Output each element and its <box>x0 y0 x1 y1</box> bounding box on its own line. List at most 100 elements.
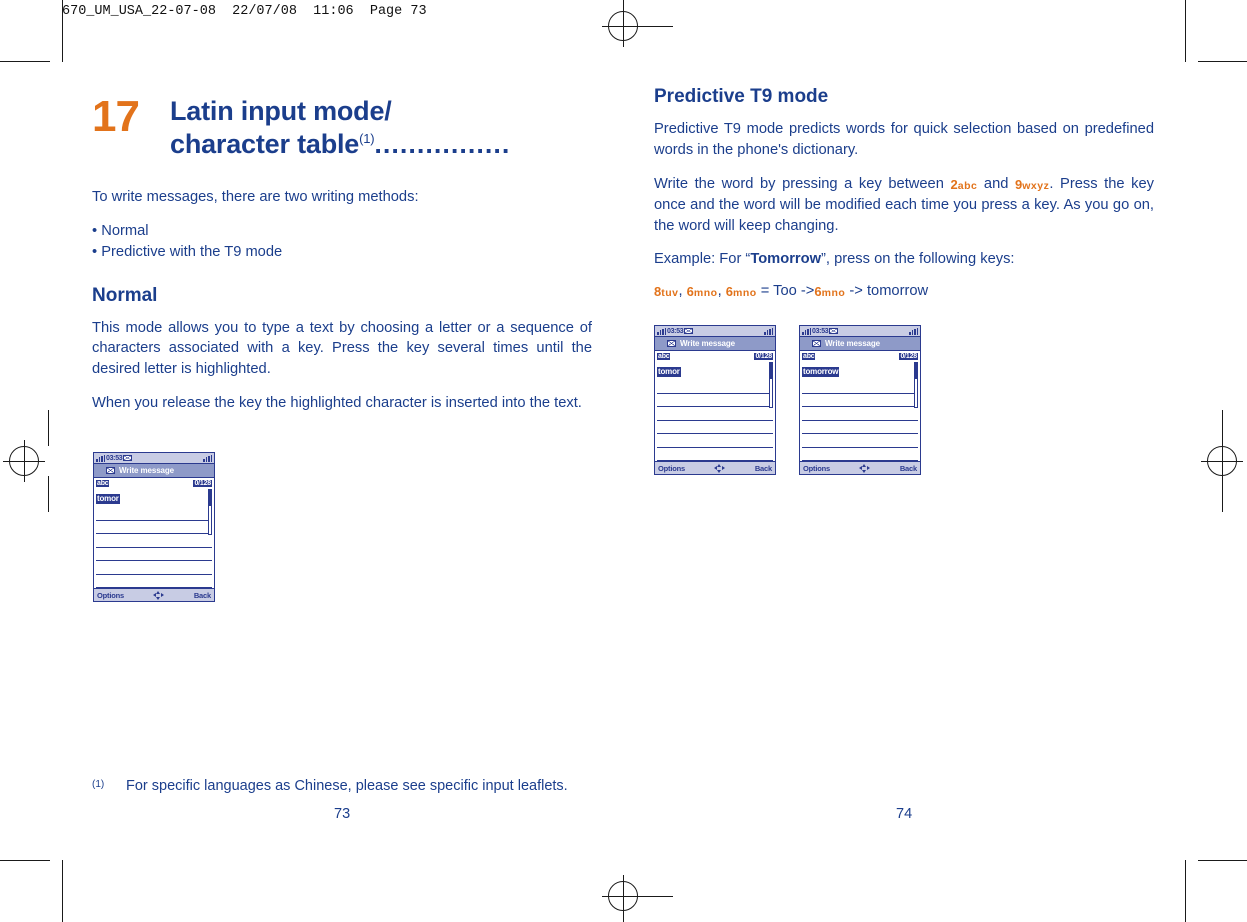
text-lines <box>96 507 212 588</box>
t9-paragraph-2-mid: and <box>983 175 1009 192</box>
softkey-left-label[interactable]: Options <box>803 464 830 473</box>
softkey-left-label[interactable]: Options <box>658 464 685 473</box>
softkey-right-label[interactable]: Back <box>755 464 772 473</box>
phone-text-area[interactable]: tomor <box>655 361 775 461</box>
envelope-icon <box>123 454 133 462</box>
key-6-mno-icon: 6mno <box>814 284 845 299</box>
chapter-number: 17 <box>92 92 140 141</box>
typed-word: tomorrow <box>802 367 840 377</box>
phone-status-bar: 03:53 <box>94 453 214 464</box>
envelope-icon <box>106 467 115 474</box>
navigation-pad-icon <box>153 590 165 600</box>
normal-paragraph-1: This mode allows you to type a text by c… <box>92 319 592 378</box>
example-word: Tomorrow <box>750 251 822 268</box>
envelope-icon <box>829 327 839 335</box>
registration-mark-left <box>3 440 45 482</box>
typed-word: tomor <box>657 367 681 377</box>
crop-mark-bottom-left-horizontal <box>0 860 50 861</box>
key-letters: mno <box>821 287 846 300</box>
fold-line-left <box>48 410 49 446</box>
key-6-mno-icon: 6mno <box>726 284 757 299</box>
key-number: 6 <box>814 284 822 300</box>
sequence-result-tomorrow: -> tomorrow <box>849 283 929 300</box>
list-item: • Predictive with the T9 mode <box>92 243 283 260</box>
key-letters: wxyz <box>1022 179 1050 192</box>
clock-label: 03:53 <box>812 327 829 335</box>
battery-bars-icon <box>909 327 918 335</box>
right-column: Predictive T9 mode Predictive T9 mode pr… <box>654 86 1154 312</box>
crop-mark-top-right-vertical <box>1185 0 1186 62</box>
signal-bars-icon <box>802 327 811 335</box>
chapter-title-line2: character table <box>170 128 360 159</box>
sequence-result-too: = Too -> <box>760 283 815 300</box>
battery-bars-icon <box>764 327 773 335</box>
example-prefix: Example: For “ <box>654 251 751 268</box>
chapter-title-footnote-ref: (1) <box>359 130 375 146</box>
phone-softkey-bar: Options Back <box>655 461 775 474</box>
phone-text-area[interactable]: tomor <box>94 488 214 588</box>
scrollbar[interactable] <box>769 362 773 408</box>
footnote-marker: (1) <box>92 779 105 790</box>
key-number: 6 <box>725 284 733 300</box>
registration-mark-top <box>602 5 644 47</box>
crop-mark-bottom-right-horizontal <box>1198 860 1247 861</box>
phone-title-label: Write message <box>825 339 881 348</box>
spine-line <box>623 0 624 11</box>
footnote: (1) For specific languages as Chinese, p… <box>92 778 652 794</box>
input-mode-badge: abc <box>657 352 671 360</box>
writing-methods-list: • Normal • Predictive with the T9 mode <box>92 221 592 263</box>
chapter-title-leader-dots: ................ <box>374 128 511 159</box>
key-number: 6 <box>686 284 694 300</box>
clock-label: 03:53 <box>667 327 684 335</box>
chapter-heading: 17 Latin input mode/ character table(1).… <box>92 95 592 161</box>
normal-paragraph-2: When you release the key the highlighted… <box>92 395 582 412</box>
navigation-pad-icon <box>714 463 726 473</box>
phone-softkey-bar: Options Back <box>94 588 214 601</box>
fold-line-right <box>1222 410 1223 446</box>
phone-input-mode-bar: abc 0/128 <box>655 351 775 361</box>
chapter-title: Latin input mode/ character table(1)....… <box>170 95 592 161</box>
input-mode-badge: abc <box>802 352 816 360</box>
print-slug: 670_UM_USA_22-07-08 22/07/08 11:06 Page … <box>62 4 427 19</box>
phone-input-mode-bar: abc 0/128 <box>94 478 214 488</box>
key-letters: abc <box>957 179 978 192</box>
navigation-pad-icon <box>859 463 871 473</box>
t9-example-line: Example: For “Tomorrow”, press on the fo… <box>654 249 1154 270</box>
footnote-text: For specific languages as Chinese, pleas… <box>126 778 568 794</box>
left-column: 17 Latin input mode/ character table(1).… <box>92 95 592 427</box>
spine-line-bottom <box>623 911 624 922</box>
text-lines <box>657 380 773 461</box>
t9-paragraph-2: Write the word by pressing a key between… <box>654 174 1154 237</box>
key-letters: mno <box>733 287 757 300</box>
envelope-icon <box>667 340 676 347</box>
section-heading-normal: Normal <box>92 284 158 306</box>
crop-mark-bottom-left-vertical <box>62 860 63 922</box>
phone-status-bar: 03:53 <box>655 326 775 337</box>
clock-label: 03:53 <box>106 454 123 462</box>
phone-text-area[interactable]: tomorrow <box>800 361 920 461</box>
text-lines <box>802 380 918 461</box>
example-suffix: ”, press on the following keys: <box>821 251 1015 268</box>
page-number-left: 73 <box>334 806 351 822</box>
phone-softkey-bar: Options Back <box>800 461 920 474</box>
sequence-separator: , <box>678 283 683 300</box>
character-counter: 0/128 <box>193 479 212 487</box>
softkey-right-label[interactable]: Back <box>900 464 917 473</box>
crop-mark-top-right-horizontal <box>1198 61 1247 62</box>
envelope-icon <box>684 327 694 335</box>
signal-bars-icon <box>657 327 666 335</box>
typed-word: tomor <box>96 494 120 504</box>
section-heading-t9: Predictive T9 mode <box>654 86 829 107</box>
phone-screen: 03:53 Write message abc 0/128 tomor Opti… <box>93 452 215 602</box>
phone-title-bar: Write message <box>800 337 920 351</box>
character-counter: 0/128 <box>754 352 773 360</box>
scrollbar[interactable] <box>914 362 918 408</box>
scrollbar[interactable] <box>208 489 212 535</box>
softkey-right-label[interactable]: Back <box>194 591 211 600</box>
key-number: 2 <box>950 176 958 192</box>
page-canvas: 670_UM_USA_22-07-08 22/07/08 11:06 Page … <box>0 0 1247 922</box>
chapter-title-line1: Latin input mode/ <box>170 96 392 126</box>
softkey-left-label[interactable]: Options <box>97 591 124 600</box>
list-item: • Normal <box>92 222 149 239</box>
input-mode-badge: abc <box>96 479 110 487</box>
